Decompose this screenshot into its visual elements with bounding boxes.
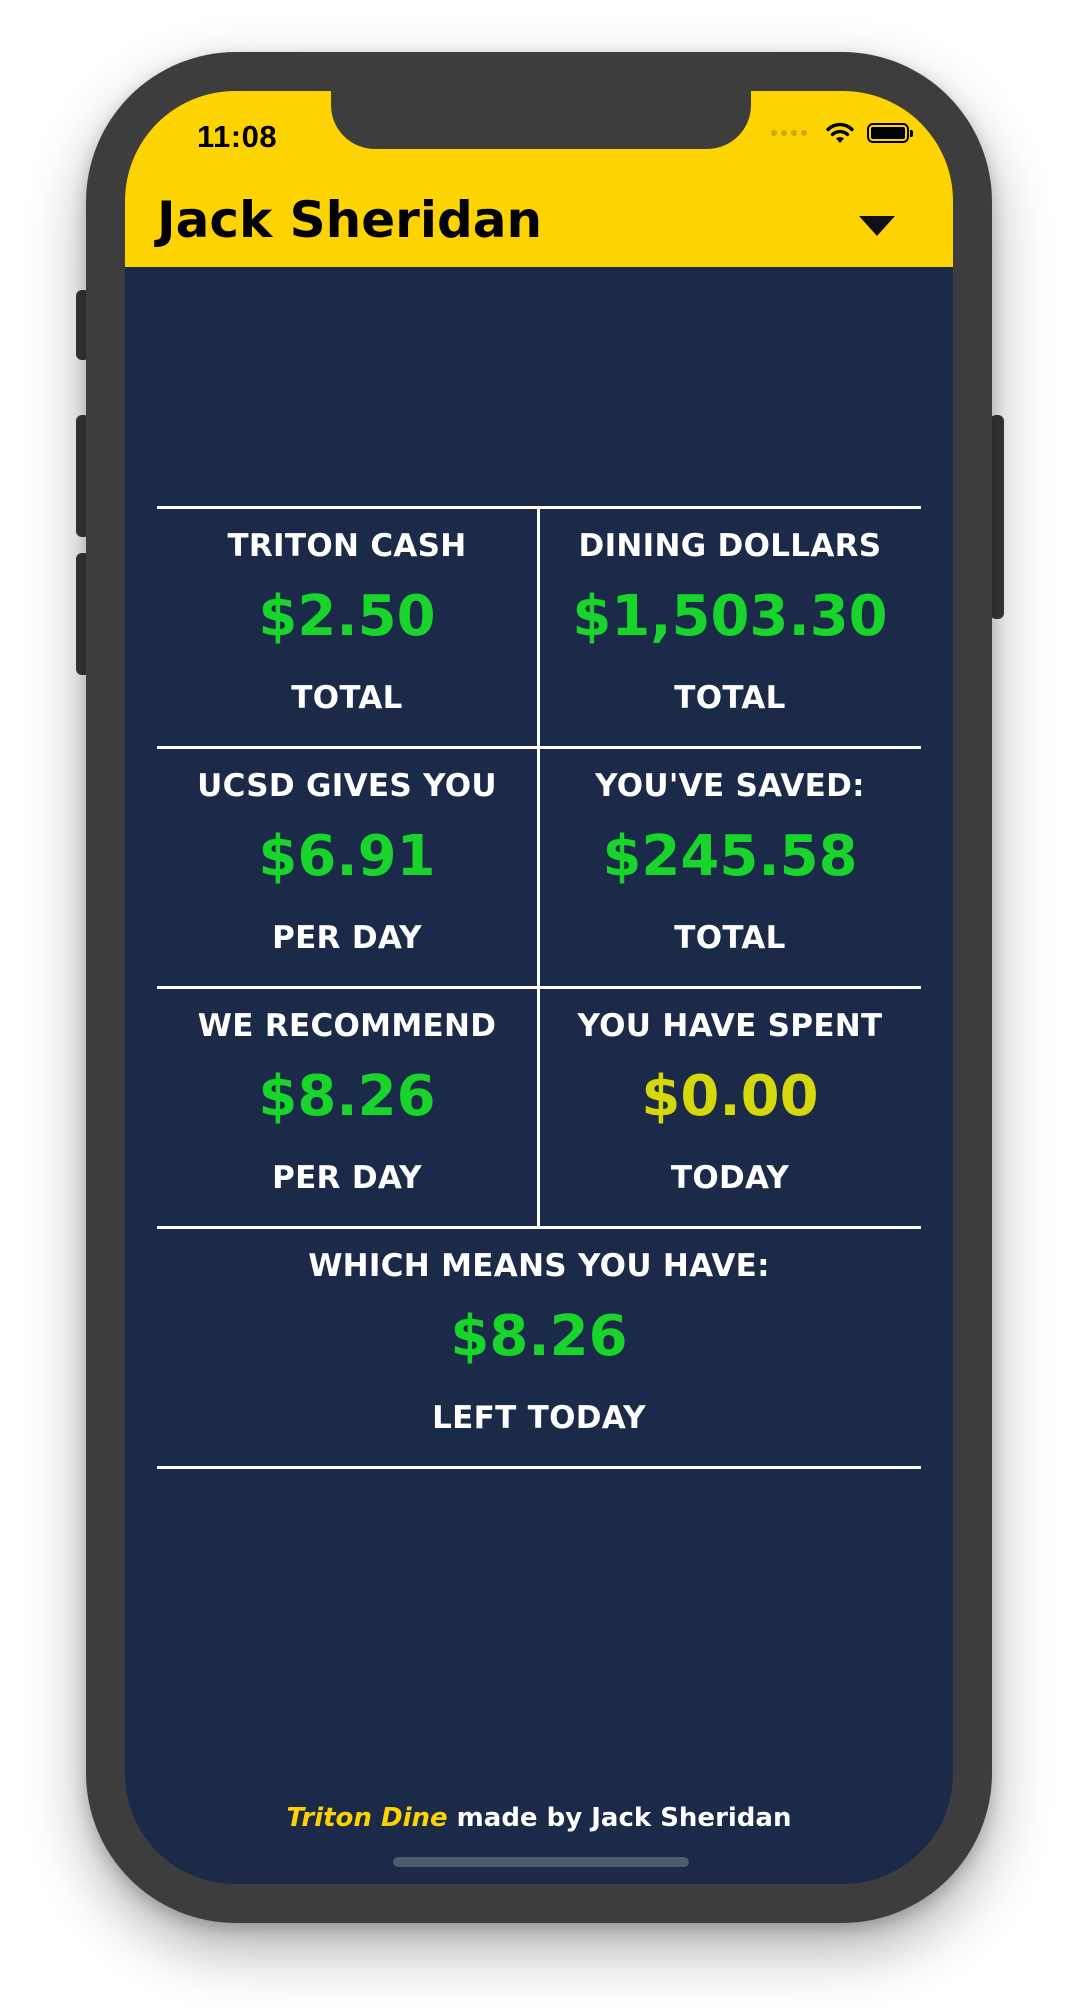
- triton-cash-value: $2.50: [258, 584, 436, 649]
- spent-label: YOU HAVE SPENT: [577, 1008, 883, 1044]
- ucsd-gives-card: UCSD GIVES YOU $6.91 PER DAY: [157, 746, 537, 986]
- dining-dollars-card: DINING DOLLARS $1,503.30 TOTAL: [540, 506, 920, 746]
- device-stage: 11:08 Jack Sheridan TRITON CASH $2.50 TO…: [0, 0, 1080, 2008]
- ucsd-gives-value: $6.91: [258, 824, 436, 889]
- status-icons: [771, 121, 913, 145]
- battery-icon: [867, 123, 913, 143]
- status-time: 11:08: [197, 119, 278, 154]
- footer-credit: made by Jack Sheridan: [447, 1803, 792, 1833]
- left-today-card: WHICH MEANS YOU HAVE: $8.26 LEFT TODAY: [157, 1226, 921, 1466]
- ucsd-gives-label: UCSD GIVES YOU: [197, 768, 497, 804]
- account-dropdown-button[interactable]: [847, 201, 907, 251]
- left-today-value: $8.26: [450, 1304, 628, 1369]
- device-notch: [331, 91, 751, 149]
- dining-dollars-value: $1,503.30: [572, 584, 888, 649]
- spent-value: $0.00: [641, 1064, 819, 1129]
- triton-cash-card: TRITON CASH $2.50 TOTAL: [157, 506, 537, 746]
- grid-divider: [157, 1466, 921, 1469]
- recommend-card: WE RECOMMEND $8.26 PER DAY: [157, 986, 537, 1226]
- spent-sub: TODAY: [670, 1160, 790, 1196]
- saved-sub: TOTAL: [674, 920, 786, 956]
- left-today-sub: LEFT TODAY: [432, 1400, 646, 1436]
- triton-cash-sub: TOTAL: [291, 680, 403, 716]
- wifi-icon: [826, 122, 854, 143]
- home-indicator[interactable]: [393, 1857, 689, 1867]
- saved-label: YOU'VE SAVED:: [595, 768, 865, 804]
- recommend-label: WE RECOMMEND: [197, 1008, 497, 1044]
- caret-down-icon: [859, 216, 895, 236]
- ucsd-gives-sub: PER DAY: [272, 920, 422, 956]
- recommend-value: $8.26: [258, 1064, 436, 1129]
- left-today-label: WHICH MEANS YOU HAVE:: [308, 1248, 770, 1284]
- dining-dollars-sub: TOTAL: [674, 680, 786, 716]
- app-footer: Triton Dine made by Jack Sheridan: [125, 1803, 953, 1833]
- dining-dollars-label: DINING DOLLARS: [578, 528, 882, 564]
- triton-cash-label: TRITON CASH: [227, 528, 467, 564]
- app-screen: 11:08 Jack Sheridan TRITON CASH $2.50 TO…: [125, 91, 953, 1884]
- cellular-signal-icon: [771, 130, 807, 136]
- recommend-sub: PER DAY: [272, 1160, 422, 1196]
- power-button: [990, 415, 1004, 619]
- footer-brand: Triton Dine: [286, 1803, 448, 1833]
- user-name-title: Jack Sheridan: [157, 191, 543, 249]
- app-header: 11:08 Jack Sheridan: [125, 91, 953, 267]
- spent-card: YOU HAVE SPENT $0.00 TODAY: [540, 986, 920, 1226]
- saved-card: YOU'VE SAVED: $245.58 TOTAL: [540, 746, 920, 986]
- saved-value: $245.58: [602, 824, 858, 889]
